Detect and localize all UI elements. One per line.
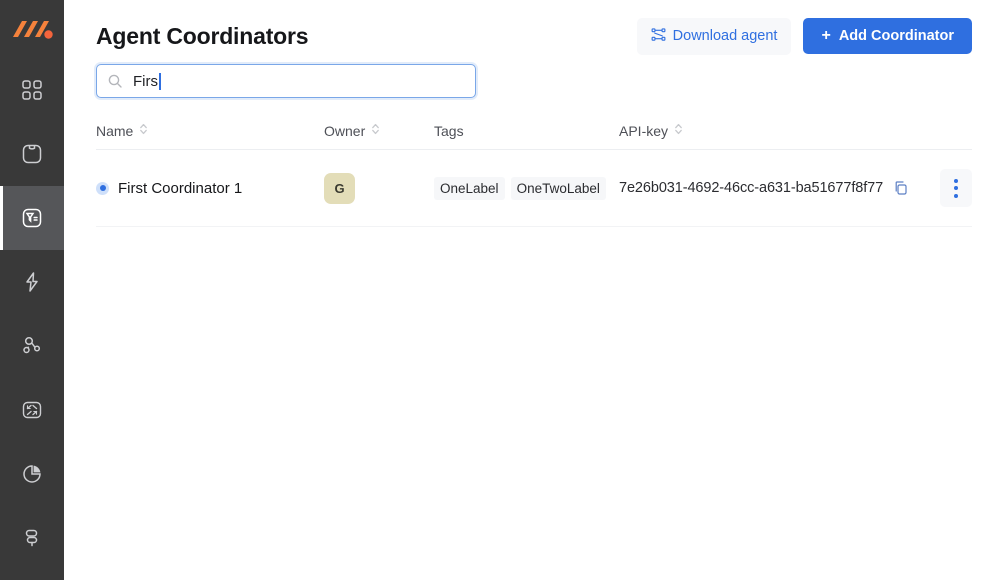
copy-icon[interactable]: [893, 180, 909, 196]
add-coordinator-button[interactable]: + Add Coordinator: [803, 18, 972, 54]
pie-chart-icon: [20, 462, 44, 486]
column-header-owner-label: Owner: [324, 122, 366, 139]
download-agent-button[interactable]: Download agent: [636, 17, 792, 55]
cell-name: First Coordinator 1: [96, 180, 324, 197]
sort-chevron-icon: [139, 122, 148, 139]
status-badge: [96, 181, 109, 195]
sidebar-item-coordinators[interactable]: [0, 186, 64, 250]
table-row[interactable]: First Coordinator 1 G OneLabel OneTwoLab…: [96, 150, 972, 227]
avatar: G: [324, 172, 355, 204]
column-header-owner[interactable]: Owner: [324, 122, 434, 139]
kebab-dot: [954, 178, 958, 183]
flow-nodes-icon: [651, 27, 666, 46]
sidebar-item-reports[interactable]: [0, 442, 64, 506]
coordinators-table: Name Owner Tags API-key First Coordinato…: [96, 120, 972, 227]
sidebar-item-automations[interactable]: [0, 250, 64, 314]
kebab-dot: [954, 186, 958, 190]
funnel-coordinator-icon: [20, 206, 44, 230]
text-caret: [159, 72, 161, 90]
logo-mark[interactable]: [0, 0, 64, 58]
cell-owner: G: [324, 172, 434, 204]
search-input-value-wrap: Firs: [133, 72, 161, 90]
lightning-bolt-icon: [20, 270, 44, 294]
download-agent-label: Download agent: [672, 28, 778, 44]
app-root: Agent Coordinators Download agent + Add …: [0, 0, 1000, 580]
search-input-value: Firs: [133, 72, 158, 90]
add-coordinator-label: Add Coordinator: [838, 28, 954, 44]
sidebar-item-workflows[interactable]: [0, 378, 64, 442]
kebab-menu-icon[interactable]: [940, 169, 972, 207]
search-input[interactable]: Firs: [96, 64, 476, 98]
search-area: Firs: [64, 58, 1000, 98]
coordinator-name: First Coordinator 1: [118, 179, 243, 197]
cell-api-key: 7e26b031-4692-46cc-a631-ba51677f8f77: [619, 169, 972, 207]
search-icon: [107, 73, 123, 89]
sidebar-item-data[interactable]: [0, 506, 64, 570]
kebab-dot: [954, 193, 958, 198]
column-header-tags: Tags: [434, 123, 619, 139]
tag-chip: OneLabel: [434, 176, 505, 200]
column-header-name[interactable]: Name: [96, 122, 324, 139]
grid-apps-icon: [21, 79, 43, 101]
share-nodes-icon: [20, 334, 44, 358]
database-stack-icon: [20, 526, 44, 550]
column-header-api-key-label: API-key: [619, 122, 669, 139]
table-header-row: Name Owner Tags API-key: [96, 120, 972, 150]
sidebar-item-apps[interactable]: [0, 58, 64, 122]
api-key-value: 7e26b031-4692-46cc-a631-ba51677f8f77: [619, 180, 884, 196]
shuffle-box-icon: [20, 398, 44, 422]
cell-tags: OneLabel OneTwoLabel: [434, 176, 619, 200]
box-icon: [20, 142, 44, 166]
top-bar: Agent Coordinators Download agent + Add …: [64, 0, 1000, 58]
sort-chevron-icon: [674, 122, 683, 139]
sidebar: [0, 0, 64, 580]
column-header-name-label: Name: [96, 122, 134, 139]
page-title: Agent Coordinators: [96, 22, 309, 49]
sort-chevron-icon: [371, 122, 380, 139]
sidebar-item-integrations[interactable]: [0, 314, 64, 378]
main-content: Agent Coordinators Download agent + Add …: [64, 0, 1000, 580]
plus-icon: +: [821, 27, 831, 44]
tag-chip: OneTwoLabel: [510, 176, 606, 200]
column-header-api-key[interactable]: API-key: [619, 122, 972, 139]
top-bar-actions: Download agent + Add Coordinator: [636, 17, 972, 55]
sidebar-item-box[interactable]: [0, 122, 64, 186]
logo-icon: [13, 21, 53, 39]
column-header-tags-label: Tags: [434, 122, 464, 139]
